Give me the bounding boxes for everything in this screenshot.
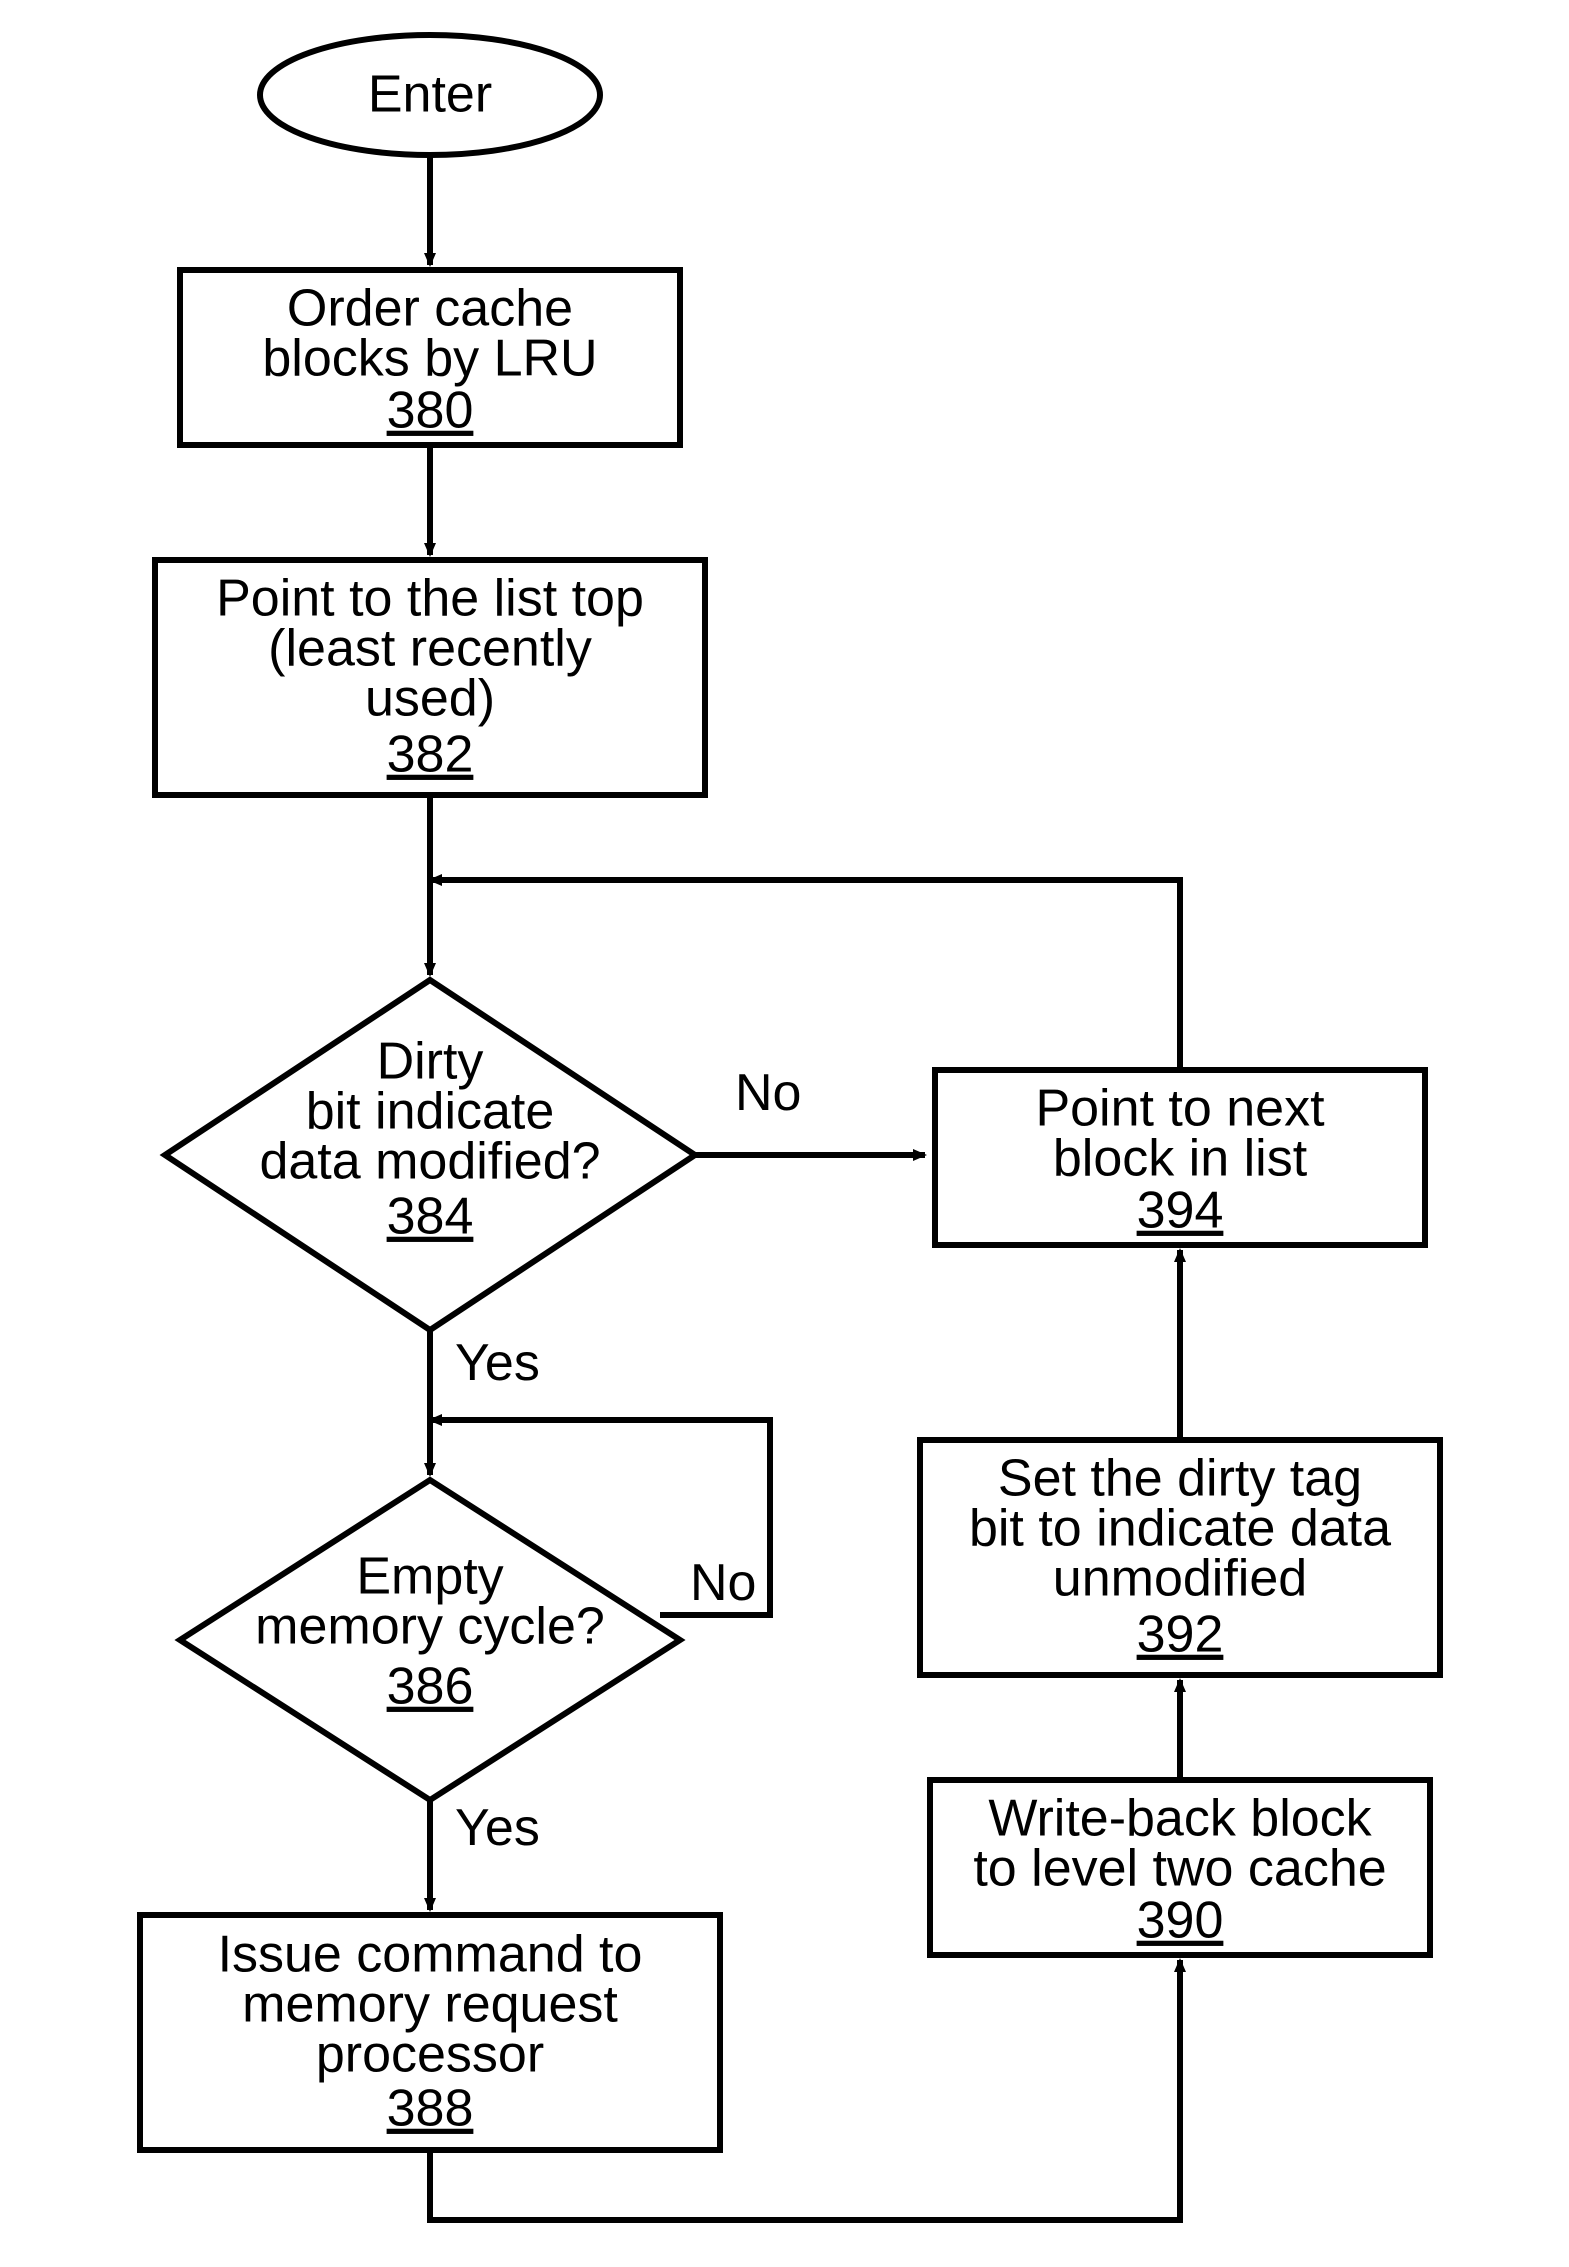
- edge-384-yes-label: Yes: [455, 1334, 540, 1392]
- terminator-enter-label: Enter: [368, 66, 492, 124]
- process-392-line3: unmodified: [1053, 1550, 1307, 1608]
- process-392-ref: 392: [1137, 1606, 1224, 1664]
- process-382-ref: 382: [387, 726, 474, 784]
- edge-384-no-label: No: [735, 1064, 801, 1122]
- decision-384-line3: data modified?: [259, 1133, 600, 1191]
- process-380-ref: 380: [387, 382, 474, 440]
- process-380-line2: blocks by LRU: [262, 330, 597, 388]
- process-382-line3: used): [365, 670, 495, 728]
- process-394-line2: block in list: [1053, 1130, 1308, 1188]
- process-390-ref: 390: [1137, 1892, 1224, 1950]
- process-394-ref: 394: [1137, 1182, 1224, 1240]
- process-390-line2: to level two cache: [973, 1840, 1386, 1898]
- process-388-line3: processor: [316, 2026, 544, 2084]
- decision-384-ref: 384: [387, 1188, 474, 1246]
- decision-386-line2: memory cycle?: [255, 1598, 605, 1656]
- edge-394-loopback: [430, 880, 1180, 1070]
- edge-386-no-label: No: [690, 1554, 756, 1612]
- decision-386-ref: 386: [387, 1658, 474, 1716]
- process-388-ref: 388: [387, 2080, 474, 2138]
- edge-386-yes-label: Yes: [455, 1799, 540, 1857]
